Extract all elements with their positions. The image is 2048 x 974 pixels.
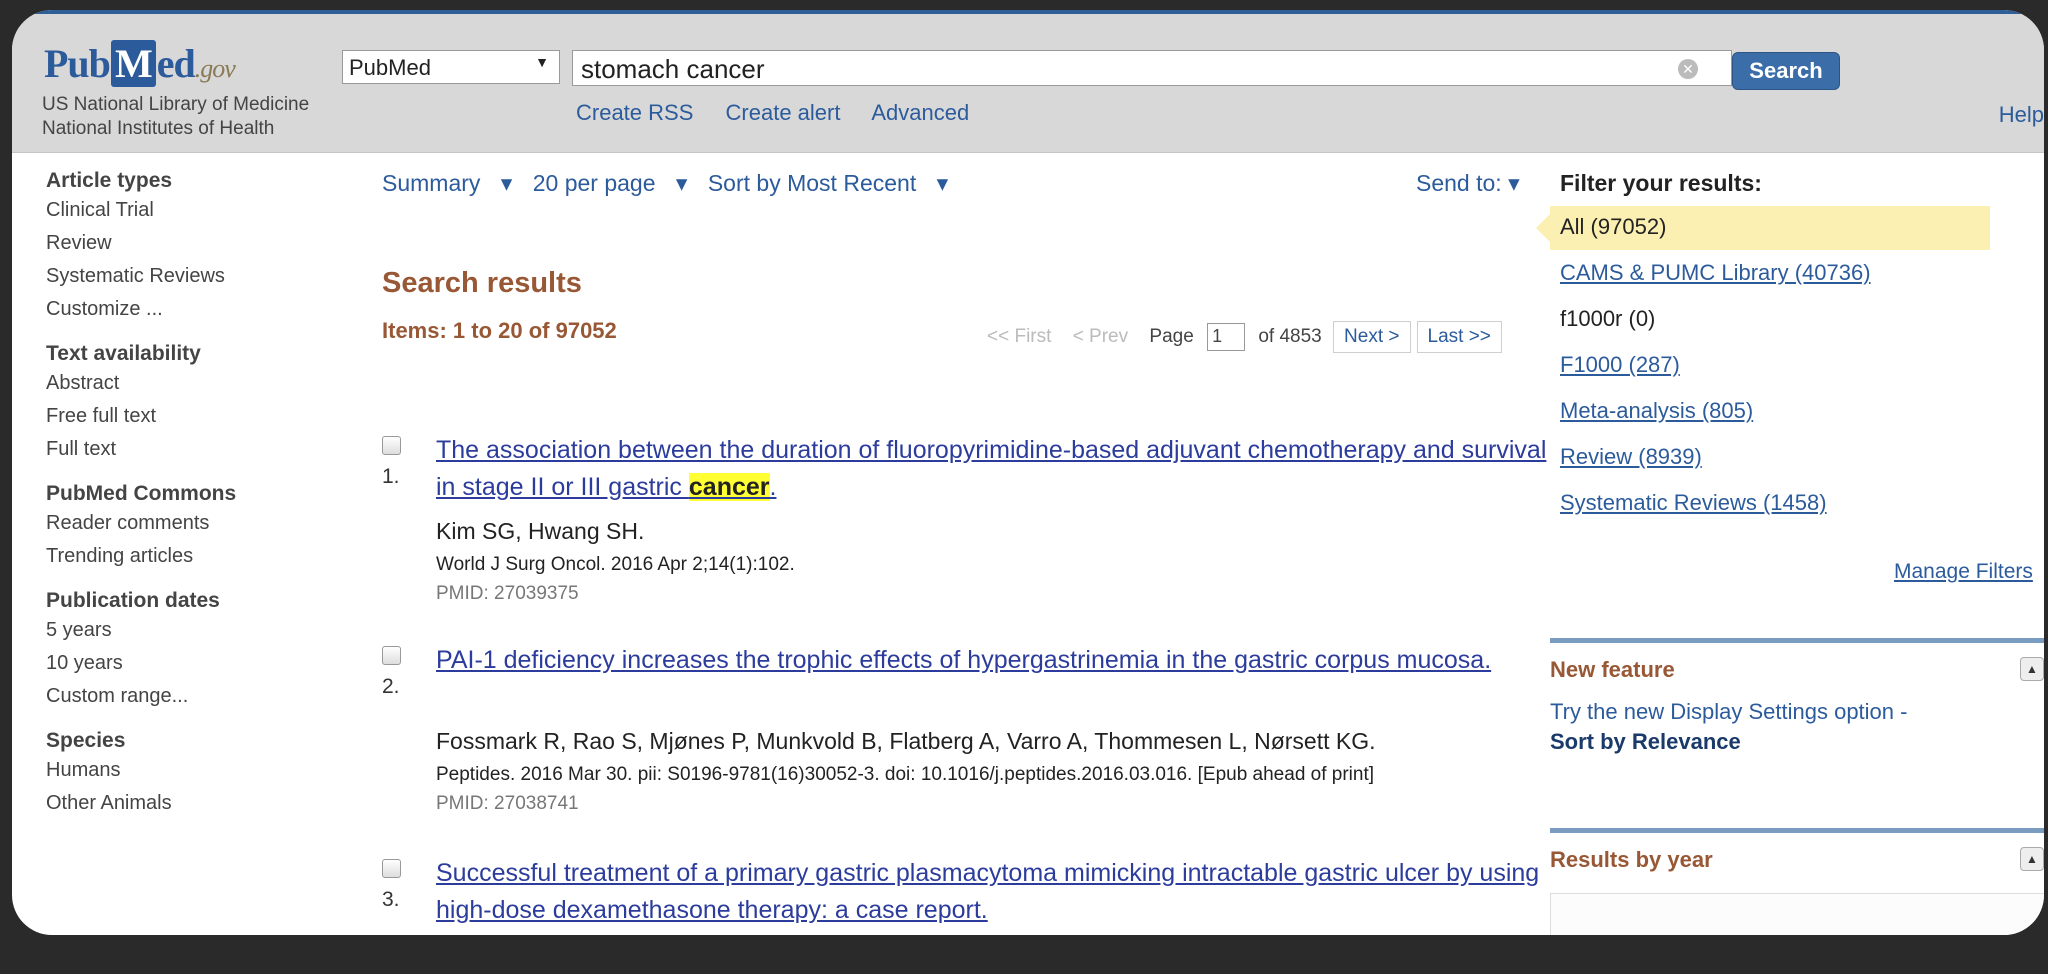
sidebar-group-title: Text availability <box>46 342 201 365</box>
send-to-dropdown[interactable]: Send to: ▾ <box>1416 170 1520 197</box>
result-title-link[interactable]: PAI-1 deficiency increases the trophic e… <box>436 642 1552 679</box>
result-authors: Fossmark R, Rao S, Mjønes P, Munkvold B,… <box>436 728 1376 754</box>
header: Pub Med.gov US National Library of Medici… <box>12 14 2044 153</box>
result-number: 1. <box>382 465 400 488</box>
sidebar-group-title: Species <box>46 729 126 752</box>
sidebar-group-title: PubMed Commons <box>46 482 237 505</box>
first-page-link: << First <box>987 326 1052 347</box>
new-feature-title: New feature <box>1550 657 1675 682</box>
pubmed-logo[interactable]: Pub Med.gov <box>44 40 236 87</box>
dropdown-arrow-icon: ▼ <box>535 54 549 70</box>
sidebar-item[interactable]: Abstract <box>46 367 276 400</box>
result-journal: World J Surg Oncol. 2016 Apr 2;14(1):102… <box>436 554 795 575</box>
result-checkbox[interactable] <box>382 646 401 665</box>
results-by-year-portlet: Results by year ▲ <box>1550 828 2044 935</box>
result-checkbox[interactable] <box>382 859 401 878</box>
sidebar-filters: Article types Clinical Trial Review Syst… <box>46 153 276 820</box>
new-feature-text[interactable]: Try the new Display Settings option - Sor… <box>1550 697 2044 757</box>
filter-title: Filter your results: <box>1560 170 1762 196</box>
page-label: Page <box>1149 326 1194 347</box>
pager: << First < Prev Page 1 of 4853 Next > Las… <box>987 321 1502 353</box>
sidebar-item[interactable]: Humans <box>46 754 276 787</box>
sidebar-item[interactable]: Systematic Reviews <box>46 260 276 293</box>
create-alert-link[interactable]: Create alert <box>726 100 841 125</box>
prev-page-link: < Prev <box>1072 326 1129 347</box>
manage-filters-link[interactable]: Manage Filters <box>1894 560 2033 584</box>
sidebar-item[interactable]: 10 years <box>46 647 276 680</box>
sidebar-item[interactable]: Customize ... <box>46 293 276 326</box>
result-checkbox[interactable] <box>382 436 401 455</box>
sidebar-item[interactable]: Review <box>46 227 276 260</box>
result-number: 3. <box>382 888 400 911</box>
new-feature-portlet: New feature ▲ Try the new Display Settin… <box>1550 638 2044 757</box>
per-page-dropdown[interactable]: 20 per page ▾ <box>533 170 688 196</box>
advanced-link[interactable]: Advanced <box>871 100 969 125</box>
filter-all[interactable]: All (97052) <box>1560 214 1666 240</box>
filter-review[interactable]: Review (8939) <box>1560 444 1702 470</box>
filter-f1000r: f1000r (0) <box>1560 306 1656 331</box>
sidebar-item[interactable]: Other Animals <box>46 787 276 820</box>
help-link[interactable]: Help <box>1999 102 2044 128</box>
sidebar-item[interactable]: Trending articles <box>46 540 276 573</box>
clear-icon[interactable]: ✕ <box>1678 59 1698 79</box>
collapse-icon[interactable]: ▲ <box>2020 847 2044 871</box>
result-journal: Peptides. 2016 Mar 30. pii: S0196-9781(1… <box>436 764 1375 785</box>
browser-frame: Pub Med.gov US National Library of Medici… <box>12 10 2044 935</box>
result-title-link[interactable]: Successful treatment of a primary gastri… <box>436 855 1552 929</box>
results-by-year-title: Results by year <box>1550 847 1713 872</box>
database-select[interactable]: PubMed ▼ <box>342 50 560 84</box>
result-pmid: PMID: 27039375 <box>436 583 579 604</box>
sidebar-item[interactable]: 5 years <box>46 614 276 647</box>
items-count: Items: 1 to 20 of 97052 <box>382 318 617 343</box>
filter-panel: Filter your results: All (97052) CAMS & … <box>1536 170 2044 935</box>
display-toolbar: Summary ▾ 20 per page ▾ Sort by Most Rec… <box>382 170 962 197</box>
collapse-icon[interactable]: ▲ <box>2020 657 2044 681</box>
page-total: of 4853 <box>1258 326 1322 347</box>
search-links: Create RSS Create alert Advanced <box>576 100 995 126</box>
result-title-link[interactable]: The association between the duration of … <box>436 432 1552 506</box>
summary-dropdown[interactable]: Summary ▾ <box>382 170 512 196</box>
sidebar-group-title: Article types <box>46 169 173 192</box>
results-heading: Search results <box>382 267 582 299</box>
sidebar-group-title: Publication dates <box>46 589 220 612</box>
search-button[interactable]: Search <box>1732 52 1840 90</box>
result-number: 2. <box>382 675 400 698</box>
sidebar-item[interactable]: Custom range... <box>46 680 276 713</box>
sort-dropdown[interactable]: Sort by Most Recent ▾ <box>708 170 948 196</box>
sidebar-item[interactable]: Full text <box>46 433 276 466</box>
page-input[interactable]: 1 <box>1207 322 1246 351</box>
result-pmid: PMID: 27038741 <box>436 793 579 814</box>
filter-systematic-reviews[interactable]: Systematic Reviews (1458) <box>1560 490 1827 516</box>
result-authors: Kim SG, Hwang SH. <box>436 518 645 544</box>
sidebar-item[interactable]: Clinical Trial <box>46 194 276 227</box>
filter-cams-pumc[interactable]: CAMS & PUMC Library (40736) <box>1560 260 1871 286</box>
create-rss-link[interactable]: Create RSS <box>576 100 693 125</box>
filter-f1000[interactable]: F1000 (287) <box>1560 352 1680 378</box>
library-label: US National Library of Medicine National… <box>42 94 310 139</box>
search-input[interactable]: stomach cancer <box>572 50 1732 86</box>
next-page-button[interactable]: Next > <box>1333 321 1411 353</box>
sidebar-item[interactable]: Reader comments <box>46 507 276 540</box>
sidebar-item[interactable]: Free full text <box>46 400 276 433</box>
last-page-button[interactable]: Last >> <box>1416 321 1502 353</box>
filter-meta-analysis[interactable]: Meta-analysis (805) <box>1560 398 1753 424</box>
results-by-year-chart-area <box>1550 893 2044 935</box>
